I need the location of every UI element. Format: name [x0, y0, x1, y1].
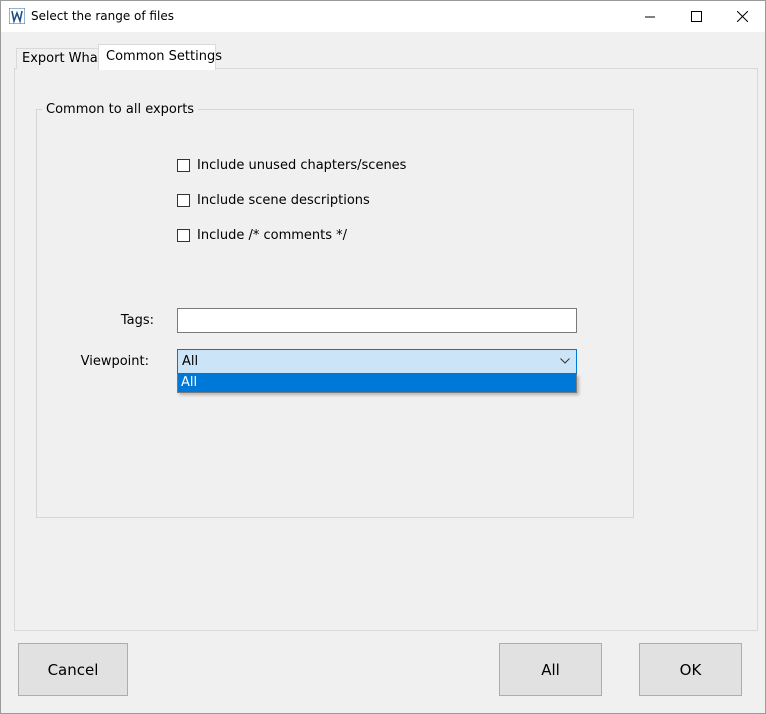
checkbox-include-unused[interactable]: Include unused chapters/scenes	[177, 157, 406, 173]
checkbox-label: Include scene descriptions	[197, 192, 370, 208]
viewpoint-label: Viewpoint:	[80, 354, 149, 369]
tags-input[interactable]	[177, 308, 577, 333]
minimize-button[interactable]	[627, 1, 673, 32]
viewpoint-option-all[interactable]: All	[178, 374, 576, 392]
group-title: Common to all exports	[42, 102, 199, 117]
close-button[interactable]	[719, 1, 765, 32]
checkbox-include-comments[interactable]: Include /* comments */	[177, 227, 347, 243]
chevron-down-icon[interactable]	[560, 358, 570, 364]
checkbox-include-descriptions[interactable]: Include scene descriptions	[177, 192, 370, 208]
maximize-button[interactable]	[673, 1, 719, 32]
ok-button[interactable]: OK	[639, 643, 742, 696]
tab-common-settings[interactable]: Common Settings	[98, 44, 222, 70]
cancel-button[interactable]: Cancel	[18, 643, 128, 696]
maximize-icon	[691, 11, 702, 22]
viewpoint-selected-value: All	[182, 354, 199, 369]
window-title: Select the range of files	[31, 9, 174, 23]
viewpoint-combobox[interactable]: All	[177, 349, 577, 374]
dialog-window: Select the range of files Export What Co…	[0, 0, 766, 714]
checkbox-label: Include unused chapters/scenes	[197, 157, 407, 173]
tab-export-what[interactable]: Export What	[16, 48, 103, 69]
checkbox-box[interactable]	[177, 193, 190, 207]
viewpoint-dropdown-list: All	[177, 374, 577, 393]
all-button[interactable]: All	[499, 643, 602, 696]
checkbox-box[interactable]	[177, 158, 190, 172]
checkbox-box[interactable]	[177, 228, 190, 242]
wv-app-icon	[9, 8, 25, 24]
minimize-icon	[645, 16, 655, 18]
title-bar[interactable]: Select the range of files	[1, 1, 765, 32]
close-icon	[737, 11, 748, 22]
checkbox-label: Include /* comments */	[197, 227, 348, 243]
tags-label: Tags:	[120, 313, 154, 328]
